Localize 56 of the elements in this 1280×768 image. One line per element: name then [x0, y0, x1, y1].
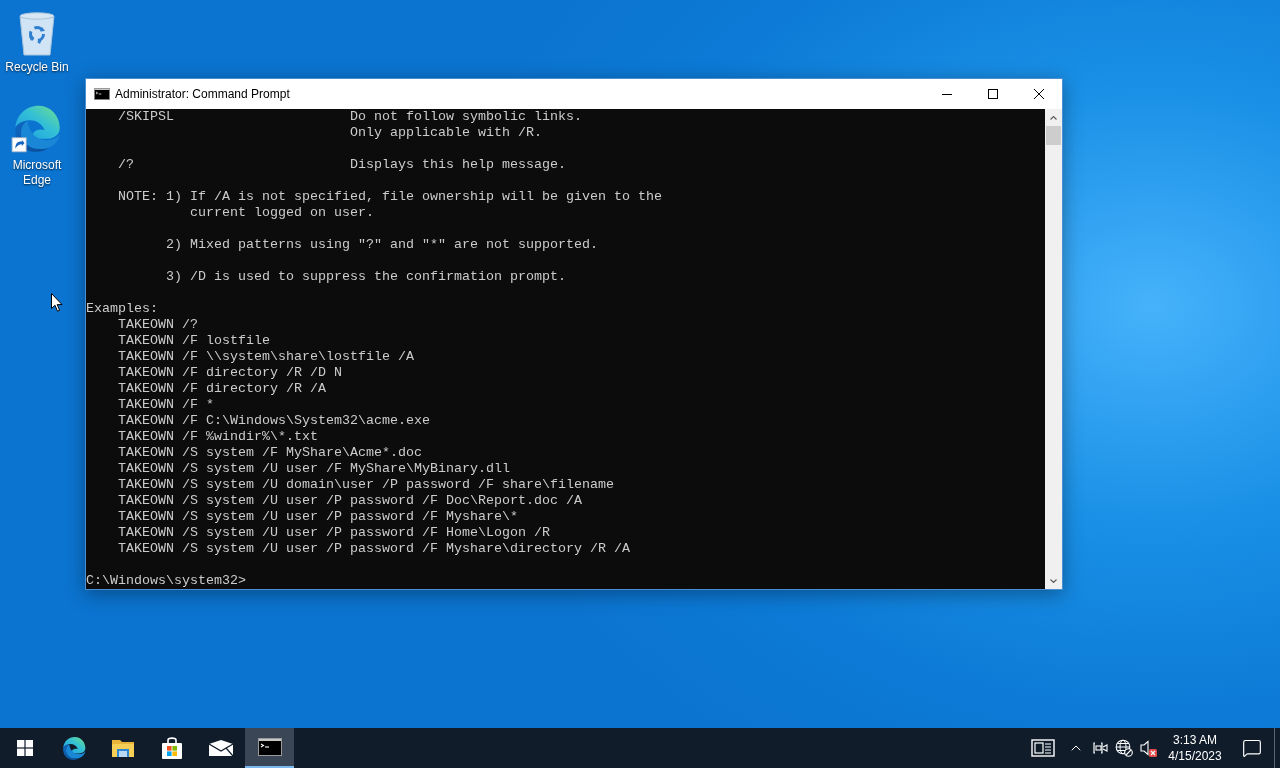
shopping-bag-icon [160, 736, 183, 760]
example-command: TAKEOWN /S system /U user /F MyShare\MyBinary.dll [118, 461, 510, 477]
speaker-icon[interactable] [1139, 739, 1157, 757]
note-label: NOTE: [118, 189, 158, 204]
command-prompt: C:\Windows\system32> [86, 573, 246, 589]
folder-icon [110, 737, 135, 759]
examples-heading: Examples: [86, 301, 158, 317]
example-command: TAKEOWN /F %windir%\*.txt [118, 429, 318, 445]
terminal-icon [257, 738, 282, 756]
example-command: TAKEOWN /S system /U user /P password /F Doc\Report.doc /A [118, 493, 582, 509]
maximize-icon [988, 89, 998, 99]
example-command: TAKEOWN /F directory /R /A [118, 381, 326, 397]
recycle-bin-shortcut[interactable]: Recycle Bin [0, 8, 74, 75]
example-command: TAKEOWN /S system /F MyShare\Acme*.doc [118, 445, 422, 461]
video-camera-icon[interactable] [1092, 740, 1108, 756]
start-logo-icon [16, 740, 33, 756]
example-command: TAKEOWN /F lostfile [118, 333, 270, 349]
example-command: TAKEOWN /S system /U user /P password /F Myshare\directory /R /A [118, 541, 630, 557]
notifications-icon[interactable] [1242, 738, 1262, 758]
note-text: Mixed patterns using "?" and "*" are not supported. [190, 237, 598, 253]
parameter-description: Only applicable with /R. [350, 125, 542, 141]
clock-time: 3:13 AM [1173, 732, 1217, 748]
example-command: TAKEOWN /? [118, 317, 198, 333]
note-text: current logged on user. [190, 205, 374, 221]
terminal-icon [94, 88, 110, 100]
example-command: TAKEOWN /S system /U user /P password /F Myshare\* [118, 509, 518, 525]
example-command: TAKEOWN /F * [118, 397, 214, 413]
note-number: 3) [166, 269, 182, 284]
note-text: /D is used to suppress the confirmation prompt. [190, 269, 566, 285]
mouse-pointer-icon [51, 293, 63, 312]
note-text: If /A is not specified, file ownership will be given to the [190, 189, 662, 205]
globe-icon[interactable] [1115, 739, 1133, 757]
example-command: TAKEOWN /F directory /R /D N [118, 365, 342, 381]
swirl-logo-icon [60, 735, 87, 761]
clock-date: 4/15/2023 [1168, 748, 1222, 764]
command-parameter: /? [118, 157, 134, 172]
example-command: TAKEOWN /F \\system\share\lostfile /A [118, 349, 414, 365]
taskbar-app-button[interactable] [245, 728, 294, 768]
command-parameter: /SKIPSL [118, 109, 174, 124]
example-command: TAKEOWN /S system /U user /P password /F Home\Logon /R [118, 525, 550, 541]
envelope-icon [207, 739, 234, 757]
parameter-description: Displays this help message. [350, 157, 566, 173]
scrollbar-thumb[interactable] [1046, 126, 1061, 145]
scrollbar[interactable] [1045, 109, 1062, 589]
newspaper-icon[interactable] [1031, 739, 1055, 757]
example-command: TAKEOWN /S system /U domain\user /P password /F share\filename [118, 477, 614, 493]
caret-down-icon [1050, 578, 1057, 583]
note-number: 2) [166, 237, 182, 252]
close-icon [1034, 89, 1044, 99]
parameter-description: Do not follow symbolic links. [350, 109, 582, 125]
window-title: Administrator: Command Prompt [115, 86, 290, 103]
minimize-icon [942, 93, 952, 95]
note-number: 1) [166, 189, 182, 204]
caret-up-icon [1050, 115, 1057, 120]
desktop-shortcut[interactable]: Microsoft Edge [0, 102, 74, 188]
example-command: TAKEOWN /F C:\Windows\System32\acme.exe [118, 413, 430, 429]
